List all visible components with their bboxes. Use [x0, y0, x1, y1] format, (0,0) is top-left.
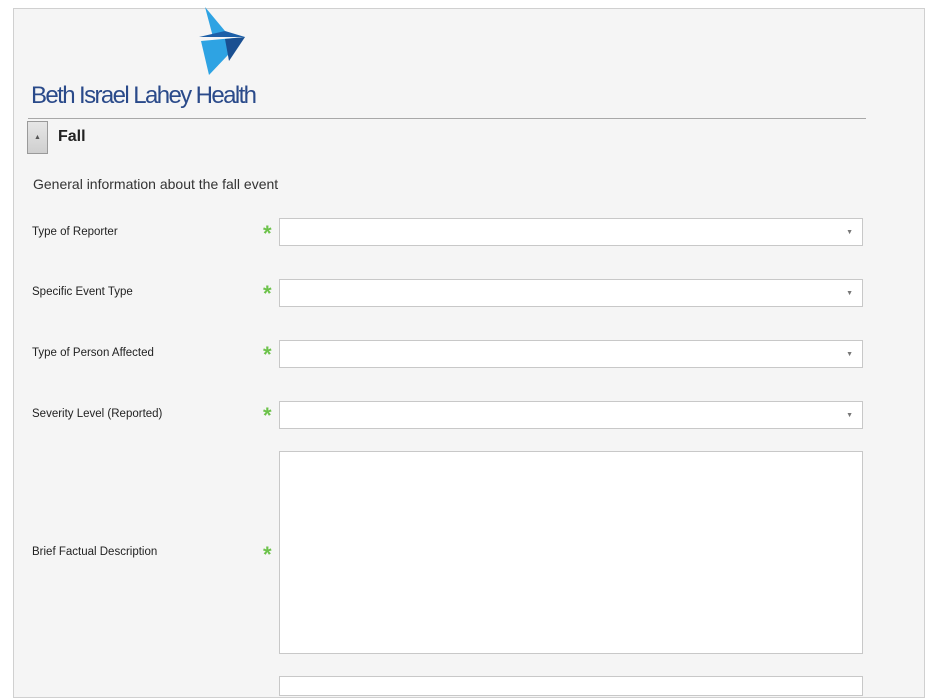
- type-of-person-affected-label: Type of Person Affected: [32, 347, 154, 359]
- required-indicator: *: [263, 221, 272, 246]
- required-indicator: *: [263, 542, 272, 567]
- dropdown-caret-icon: ▼: [846, 351, 853, 358]
- type-of-person-affected-select[interactable]: ▼: [279, 340, 863, 368]
- section-title: Fall: [58, 128, 86, 145]
- severity-level-select[interactable]: ▼: [279, 401, 863, 429]
- required-indicator: *: [263, 281, 272, 306]
- bird-logo-icon: [199, 7, 245, 75]
- collapse-up-icon: ▲: [34, 134, 41, 141]
- header-divider: [28, 118, 866, 119]
- brand-name: Beth Israel Lahey Health: [31, 82, 257, 109]
- specific-event-type-label: Specific Event Type: [32, 286, 133, 298]
- dropdown-caret-icon: ▼: [846, 412, 853, 419]
- brief-factual-description-label: Brief Factual Description: [32, 546, 158, 558]
- type-of-reporter-label: Type of Reporter: [32, 226, 118, 238]
- severity-level-label: Severity Level (Reported): [32, 408, 163, 420]
- section-subtitle: General information about the fall event: [33, 176, 279, 192]
- section-collapse-button[interactable]: ▲: [27, 121, 48, 154]
- dropdown-caret-icon: ▼: [846, 290, 853, 297]
- dropdown-caret-icon: ▼: [846, 229, 853, 236]
- required-indicator: *: [263, 342, 272, 367]
- next-field-partial[interactable]: [279, 676, 863, 696]
- brief-factual-description-textarea[interactable]: [279, 451, 863, 654]
- required-indicator: *: [263, 403, 272, 428]
- specific-event-type-select[interactable]: ▼: [279, 279, 863, 307]
- type-of-reporter-select[interactable]: ▼: [279, 218, 863, 246]
